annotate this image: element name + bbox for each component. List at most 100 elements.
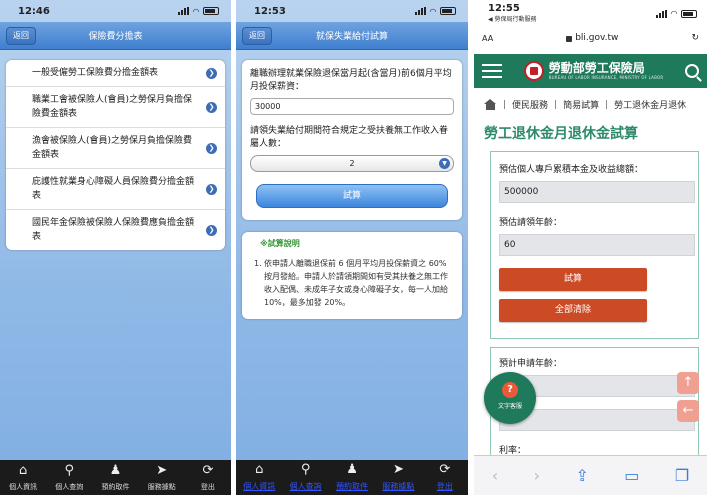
- scroll-top-button[interactable]: ↑: [677, 372, 699, 394]
- clear-all-button[interactable]: 全部清除: [499, 299, 647, 322]
- salary-input[interactable]: 30000: [250, 98, 454, 115]
- tabs-icon[interactable]: ❐: [675, 466, 689, 485]
- tab-service-points[interactable]: ➤ 服務據點: [139, 460, 185, 495]
- text-size-button[interactable]: AA: [482, 34, 493, 43]
- principal-input[interactable]: 500000: [499, 181, 695, 203]
- list-item[interactable]: 職業工會被保險人(會員)之勞保月負擔保險費金額表 ❯: [6, 87, 225, 128]
- site-logo[interactable]: 勞動部勞工保險局 BUREAU OF LABOR INSURANCE, MINI…: [523, 61, 664, 81]
- breadcrumb-item[interactable]: 便民服務: [512, 98, 548, 111]
- tab-appointment[interactable]: ♟ 預約取件: [92, 460, 138, 495]
- breadcrumb-item[interactable]: 簡易試算: [563, 98, 599, 111]
- signal-icon: [177, 7, 189, 15]
- chevron-right-icon: ❯: [206, 224, 217, 236]
- site-header: 勞動部勞工保險局 BUREAU OF LABOR INSURANCE, MINI…: [474, 54, 707, 88]
- page-title: 勞工退休金月退休金試算: [484, 126, 638, 142]
- return-to-app-link[interactable]: ◀ 勞保局行動服務: [488, 14, 537, 23]
- list-item-label: 庇護性就業身心障礙人員保險費分擔金額表: [32, 177, 195, 201]
- tab-personal-query[interactable]: ⚲ 個人查詢: [46, 460, 92, 495]
- chevron-right-icon: ❯: [206, 142, 217, 154]
- list-item[interactable]: 一般受僱勞工保險費分擔金額表 ❯: [6, 60, 225, 87]
- dependents-label: 請領失業給付期間符合規定之受扶養無工作收入眷屬人數：: [250, 126, 449, 149]
- back-arrow-button[interactable]: ←: [677, 400, 699, 422]
- question-icon: ?: [502, 382, 518, 398]
- tab-label[interactable]: 個人資訊: [243, 481, 275, 492]
- breadcrumb-separator: |: [503, 99, 507, 110]
- breadcrumb-separator: |: [554, 99, 558, 110]
- status-bar: 12:55 ◀ 勞保局行動服務 ◠: [474, 0, 707, 24]
- back-button[interactable]: 返回: [6, 27, 36, 45]
- list-item[interactable]: 庇護性就業身心障礙人員保險費分擔金額表 ❯: [6, 169, 225, 210]
- status-time: 12:46: [18, 5, 50, 17]
- dependents-value: 2: [349, 159, 355, 168]
- tab-logout[interactable]: ⟳ 登出: [185, 460, 231, 495]
- tab-personal-query[interactable]: ⚲ 個人查詢: [282, 460, 328, 495]
- battery-icon: [203, 7, 219, 15]
- list-item-label: 國民年金保險被保險人保險費應負擔金額表: [32, 218, 195, 242]
- status-time: 12:55: [488, 3, 520, 14]
- list-item[interactable]: 漁會被保險人(會員)之勞保月負擔保險費金額表 ❯: [6, 128, 225, 169]
- lock-icon: [566, 36, 573, 42]
- chevron-down-icon: ▼: [439, 158, 450, 169]
- nav-bar: 返回 保險費分擔表: [0, 22, 231, 50]
- claim-age-label: 預估請領年齡：: [499, 218, 563, 228]
- home-icon: ⌂: [255, 462, 264, 477]
- chevron-right-icon: ❯: [206, 183, 217, 195]
- tab-logout[interactable]: ⟳ 登出: [422, 460, 468, 495]
- calc-form: 離職辦理就業保險退保當月起(含當月)前6個月平均月投保薪資： 30000 請領失…: [242, 60, 462, 220]
- address-bar[interactable]: AA bli.gov.tw ↻: [482, 28, 699, 48]
- browser-toolbar: ‹ › ⇪ ▭ ❐: [474, 455, 707, 495]
- battery-icon: [681, 9, 697, 18]
- tab-personal-info[interactable]: ⌂ 個人資訊: [0, 460, 46, 495]
- tab-appointment[interactable]: ♟ 預約取件: [329, 460, 375, 495]
- nav-bar: 返回 就保失業給付試算: [236, 22, 468, 50]
- back-button[interactable]: 返回: [242, 27, 272, 45]
- calculate-button[interactable]: 試算: [499, 268, 647, 291]
- bookmarks-icon[interactable]: ▭: [624, 466, 639, 485]
- tab-label[interactable]: 服務據點: [382, 481, 414, 492]
- tab-label[interactable]: 預約取件: [336, 481, 368, 492]
- signal-icon: [655, 9, 667, 18]
- claim-age-input[interactable]: 60: [499, 234, 695, 256]
- org-subtitle: BUREAU OF LABOR INSURANCE, MINISTRY OF L…: [548, 75, 664, 80]
- url-text: bli.gov.tw: [575, 33, 619, 43]
- menu-icon[interactable]: [482, 64, 502, 78]
- tab-label[interactable]: 個人查詢: [290, 481, 322, 492]
- search-icon[interactable]: [685, 64, 699, 78]
- tab-label[interactable]: 登出: [437, 481, 453, 492]
- pension-form: 預估個人專戶累積本金及收益總額： 500000 預估請領年齡： 60 試算 全部…: [490, 151, 699, 339]
- share-icon[interactable]: ⇪: [575, 466, 588, 485]
- status-icons: ◠: [655, 3, 697, 24]
- refresh-icon: ⟳: [202, 462, 214, 478]
- page-title: 就保失業給付試算: [315, 32, 388, 42]
- chat-service-button[interactable]: ? 文字客服: [484, 372, 536, 424]
- status-time: 12:53: [254, 5, 286, 17]
- list-item[interactable]: 國民年金保險被保險人保險費應負擔金額表 ❯: [6, 210, 225, 250]
- salary-label: 離職辦理就業保險退保當月起(含當月)前6個月平均月投保薪資：: [250, 69, 452, 92]
- chat-label: 文字客服: [497, 403, 522, 410]
- chevron-right-icon: ❯: [206, 101, 217, 113]
- bell-icon: ♟: [109, 462, 122, 478]
- calculate-button[interactable]: 試算: [256, 184, 448, 208]
- url-field[interactable]: bli.gov.tw: [566, 33, 618, 43]
- bell-icon: ♟: [346, 462, 358, 477]
- dependents-select[interactable]: 2 ▼: [250, 155, 454, 172]
- page-title: 保險費分擔表: [88, 32, 143, 42]
- premium-list: 一般受僱勞工保險費分擔金額表 ❯ 職業工會被保險人(會員)之勞保月負擔保險費金額表…: [6, 60, 225, 250]
- reload-icon[interactable]: ↻: [691, 33, 699, 43]
- list-item-label: 一般受僱勞工保險費分擔金額表: [32, 68, 159, 78]
- chevron-right-icon: ❯: [206, 67, 217, 79]
- tab-label: 服務據點: [147, 482, 176, 491]
- tab-service-points[interactable]: ➤ 服務據點: [375, 460, 421, 495]
- breadcrumb-separator: |: [605, 99, 609, 110]
- search-icon: ⚲: [64, 462, 75, 478]
- forward-icon[interactable]: ›: [534, 466, 540, 485]
- note-number: 1.: [254, 259, 262, 268]
- tab-label: 預約取件: [101, 482, 130, 491]
- tab-label: 個人查詢: [55, 482, 84, 491]
- wifi-icon: ◠: [670, 9, 677, 18]
- wifi-icon: ◠: [192, 6, 199, 16]
- org-name: 勞動部勞工保險局: [548, 61, 645, 75]
- tab-personal-info[interactable]: ⌂ 個人資訊: [236, 460, 282, 495]
- home-icon[interactable]: [484, 99, 497, 110]
- back-icon[interactable]: ‹: [492, 466, 498, 485]
